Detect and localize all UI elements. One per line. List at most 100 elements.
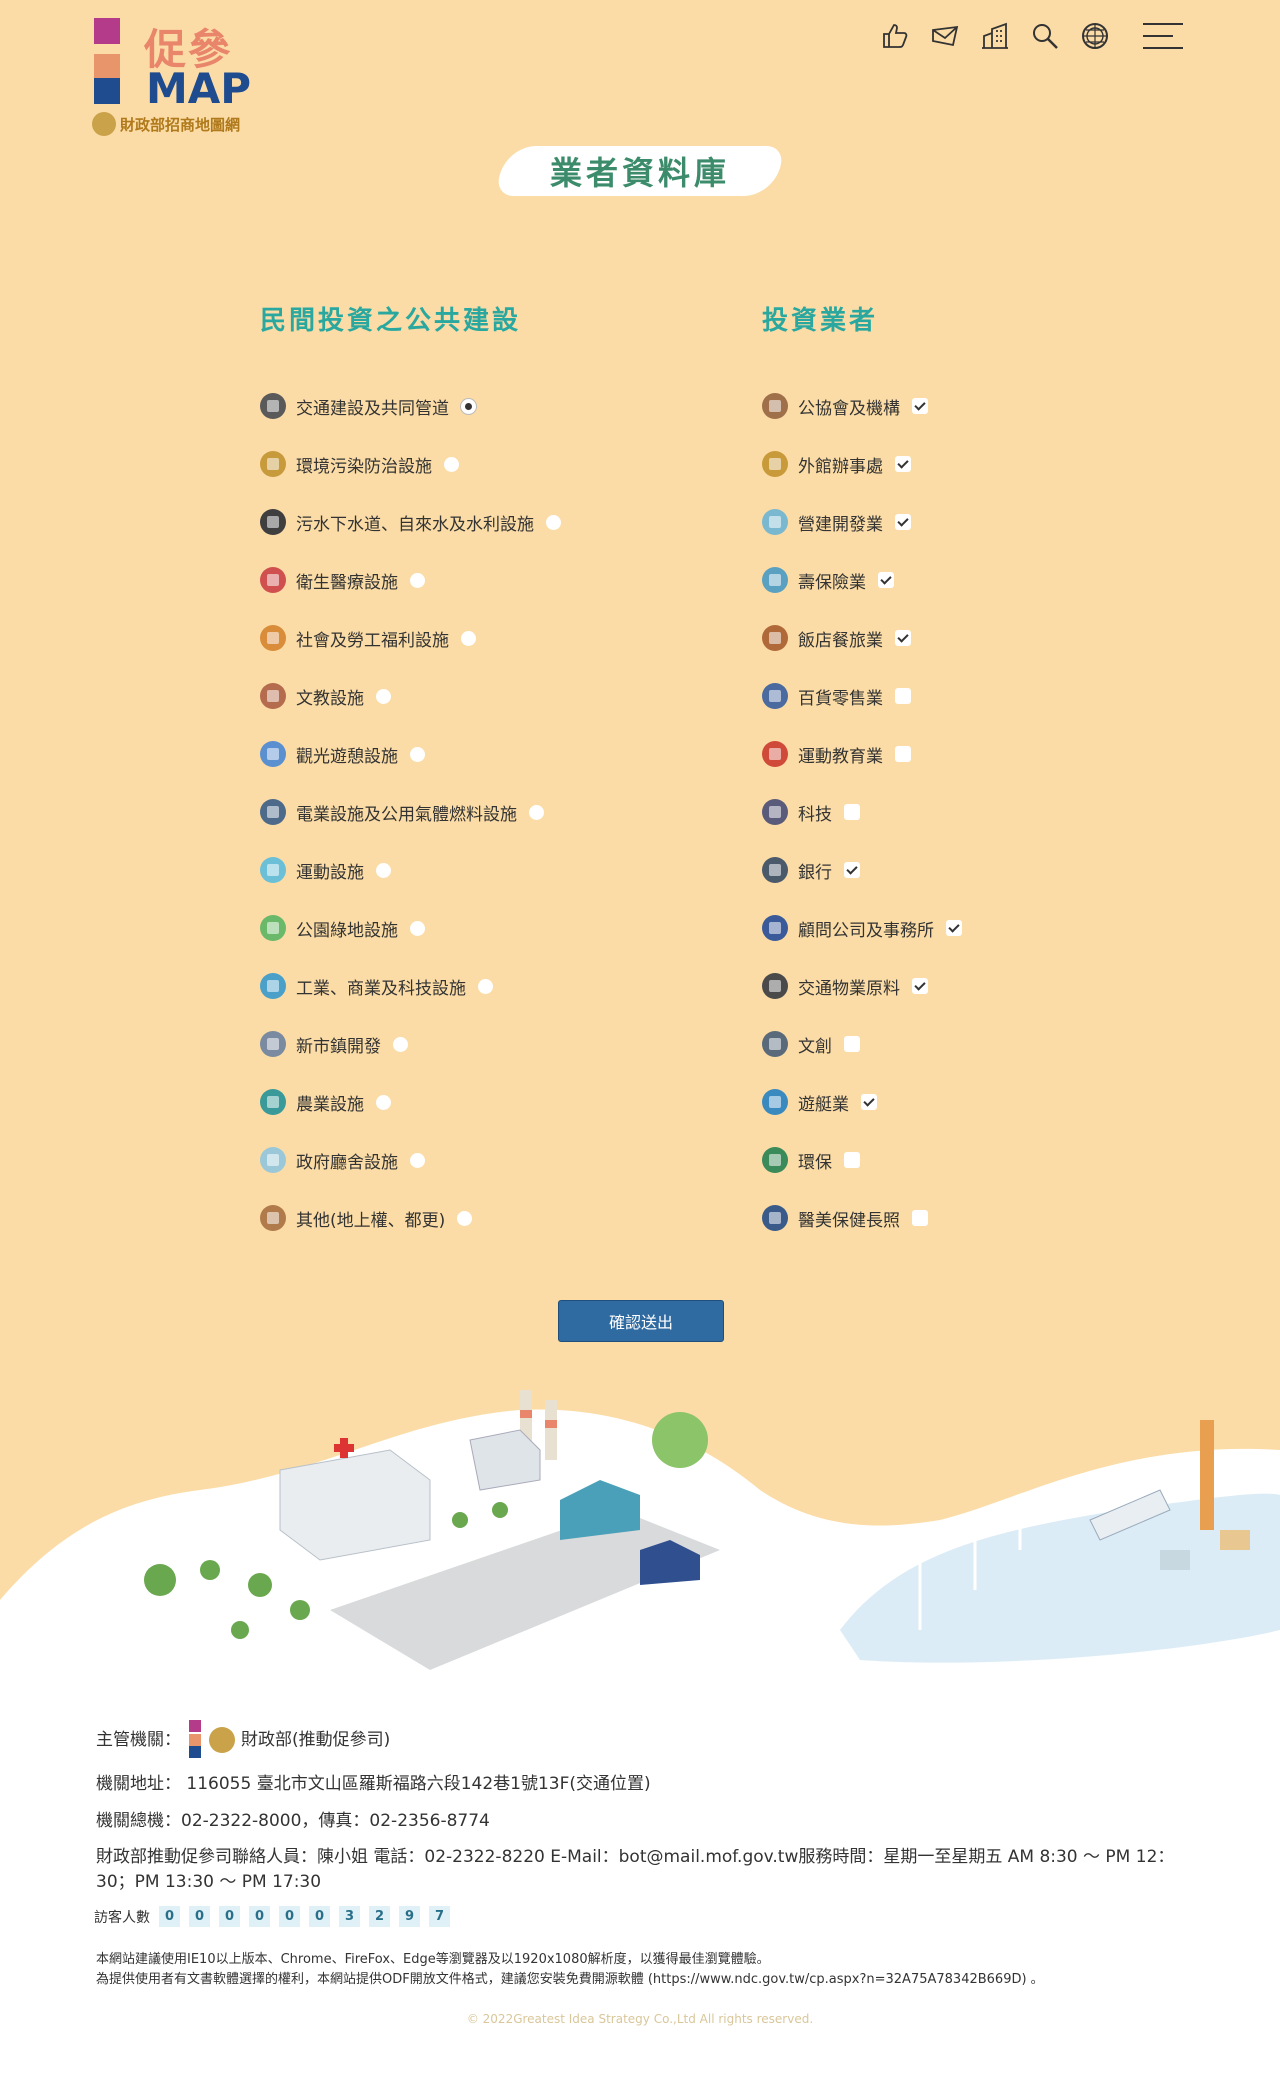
- radio-button[interactable]: [376, 862, 391, 878]
- radio-button[interactable]: [444, 456, 459, 472]
- radio-button[interactable]: [410, 572, 425, 588]
- category-icon: [762, 799, 788, 825]
- checkbox[interactable]: [895, 456, 911, 472]
- public-construction-list: 交通建設及共同管道 環境污染防治設施 污水下水道、自來水及水利設施 衛生醫療設施 社會及…: [260, 377, 561, 1247]
- checkbox[interactable]: [844, 1152, 860, 1168]
- checkbox[interactable]: [912, 398, 928, 414]
- option-label: 其他(地上權、都更): [296, 1210, 446, 1231]
- investor-option[interactable]: 壽保險業: [762, 551, 962, 609]
- footer-address[interactable]: 機關地址： 116055 臺北市文山區羅斯福路六段142巷1號13F(交通位置): [96, 1772, 1196, 1797]
- public-construction-option[interactable]: 文教設施: [260, 667, 561, 725]
- investor-option[interactable]: 飯店餐旅業: [762, 609, 962, 667]
- public-construction-option[interactable]: 運動設施: [260, 841, 561, 899]
- visitor-digit: 0: [189, 1906, 210, 1927]
- category-icon: [260, 799, 286, 825]
- logo-block-blue: [94, 78, 120, 104]
- investor-option[interactable]: 交通物業原料: [762, 957, 962, 1015]
- category-icon: [260, 973, 286, 999]
- category-icon: [762, 451, 788, 477]
- radio-button[interactable]: [546, 514, 561, 530]
- investor-option[interactable]: 營建開發業: [762, 493, 962, 551]
- public-construction-option[interactable]: 電業設施及公用氣體燃料設施: [260, 783, 561, 841]
- radio-button[interactable]: [478, 978, 493, 994]
- mail-icon[interactable]: [929, 20, 961, 52]
- category-icon: [260, 509, 286, 535]
- search-icon[interactable]: [1029, 20, 1061, 52]
- category-icon: [762, 1089, 788, 1115]
- radio-button[interactable]: [376, 1094, 391, 1110]
- radio-button[interactable]: [461, 630, 476, 646]
- visitor-digits: 0000003297: [150, 1906, 450, 1927]
- investor-option[interactable]: 外館辦事處: [762, 435, 962, 493]
- page-title-banner: 業者資料庫: [0, 140, 1280, 202]
- radio-button[interactable]: [410, 1152, 425, 1168]
- footer-agency-name[interactable]: 財政部(推動促參司): [241, 1728, 390, 1753]
- investor-option[interactable]: 運動教育業: [762, 725, 962, 783]
- checkbox[interactable]: [861, 1094, 877, 1110]
- public-construction-option[interactable]: 公園綠地設施: [260, 899, 561, 957]
- checkbox[interactable]: [895, 630, 911, 646]
- investor-option[interactable]: 環保: [762, 1131, 962, 1189]
- option-label: 環保: [798, 1152, 832, 1173]
- site-footer: 主管機關： 財政部(推動促參司) 機關地址： 116055 臺北市文山區羅斯福路…: [96, 1720, 1196, 1907]
- checkbox[interactable]: [895, 514, 911, 530]
- option-label: 工業、商業及科技設施: [296, 978, 466, 999]
- investor-option[interactable]: 科技: [762, 783, 962, 841]
- category-icon: [762, 1031, 788, 1057]
- note-browser: 本網站建議使用IE10以上版本、Chrome、FireFox、Edge等瀏覽器及…: [96, 1952, 770, 1967]
- investor-option[interactable]: 銀行: [762, 841, 962, 899]
- menu-icon[interactable]: [1141, 20, 1185, 52]
- investor-option[interactable]: 遊艇業: [762, 1073, 962, 1131]
- globe-icon[interactable]: [1079, 20, 1111, 52]
- checkbox[interactable]: [946, 920, 962, 936]
- radio-button[interactable]: [461, 398, 476, 414]
- checkbox[interactable]: [912, 1210, 928, 1226]
- checkbox[interactable]: [878, 572, 894, 588]
- category-icon: [762, 741, 788, 767]
- option-label: 外館辦事處: [798, 456, 883, 477]
- public-construction-option[interactable]: 政府廳舍設施: [260, 1131, 561, 1189]
- site-logo[interactable]: 促參 MAP 財政部招商地圖網: [78, 16, 268, 140]
- radio-button[interactable]: [410, 920, 425, 936]
- investor-option[interactable]: 醫美保健長照: [762, 1189, 962, 1247]
- public-construction-option[interactable]: 污水下水道、自來水及水利設施: [260, 493, 561, 551]
- thumbs-up-icon[interactable]: [879, 20, 911, 52]
- public-construction-option[interactable]: 工業、商業及科技設施: [260, 957, 561, 1015]
- radio-button[interactable]: [393, 1036, 408, 1052]
- note-odf[interactable]: 為提供使用者有文書軟體選擇的權利，本網站提供ODF開放文件格式，建議您安裝免費開…: [96, 1970, 1196, 1990]
- checkbox[interactable]: [844, 1036, 860, 1052]
- checkbox[interactable]: [895, 746, 911, 762]
- public-construction-option[interactable]: 環境污染防治設施: [260, 435, 561, 493]
- investor-option[interactable]: 顧問公司及事務所: [762, 899, 962, 957]
- public-construction-option[interactable]: 其他(地上權、都更): [260, 1189, 561, 1247]
- checkbox[interactable]: [912, 978, 928, 994]
- radio-button[interactable]: [529, 804, 544, 820]
- footer-phone: 機關總機：02-2322-8000，傳真：02-2356-8774: [96, 1810, 490, 1831]
- public-construction-option[interactable]: 農業設施: [260, 1073, 561, 1131]
- option-label: 電業設施及公用氣體燃料設施: [296, 804, 517, 825]
- footer-agency-label: 主管機關：: [96, 1729, 181, 1750]
- radio-button[interactable]: [410, 746, 425, 762]
- investor-list: 公協會及機構外館辦事處營建開發業 壽保險業 飯店餐旅業 百貨零售業 運動教育業 科技 銀行顧…: [762, 377, 962, 1247]
- checkbox[interactable]: [844, 862, 860, 878]
- category-icon: [762, 683, 788, 709]
- confirm-submit-button[interactable]: 確認送出: [558, 1300, 724, 1342]
- investor-option[interactable]: 百貨零售業: [762, 667, 962, 725]
- public-construction-option[interactable]: 觀光遊憩設施: [260, 725, 561, 783]
- radio-button[interactable]: [376, 688, 391, 704]
- option-label: 政府廳舍設施: [296, 1152, 398, 1173]
- option-label: 文教設施: [296, 688, 364, 709]
- category-icon: [762, 915, 788, 941]
- investor-option[interactable]: 公協會及機構: [762, 377, 962, 435]
- public-construction-option[interactable]: 衛生醫療設施: [260, 551, 561, 609]
- option-label: 遊艇業: [798, 1094, 849, 1115]
- building-icon[interactable]: [979, 20, 1011, 52]
- investor-option[interactable]: 文創: [762, 1015, 962, 1073]
- radio-button[interactable]: [457, 1210, 473, 1226]
- public-construction-option[interactable]: 交通建設及共同管道: [260, 377, 561, 435]
- public-construction-option[interactable]: 新市鎮開發: [260, 1015, 561, 1073]
- checkbox[interactable]: [895, 688, 911, 704]
- header-toolbar: [879, 20, 1185, 52]
- public-construction-option[interactable]: 社會及勞工福利設施: [260, 609, 561, 667]
- checkbox[interactable]: [844, 804, 860, 820]
